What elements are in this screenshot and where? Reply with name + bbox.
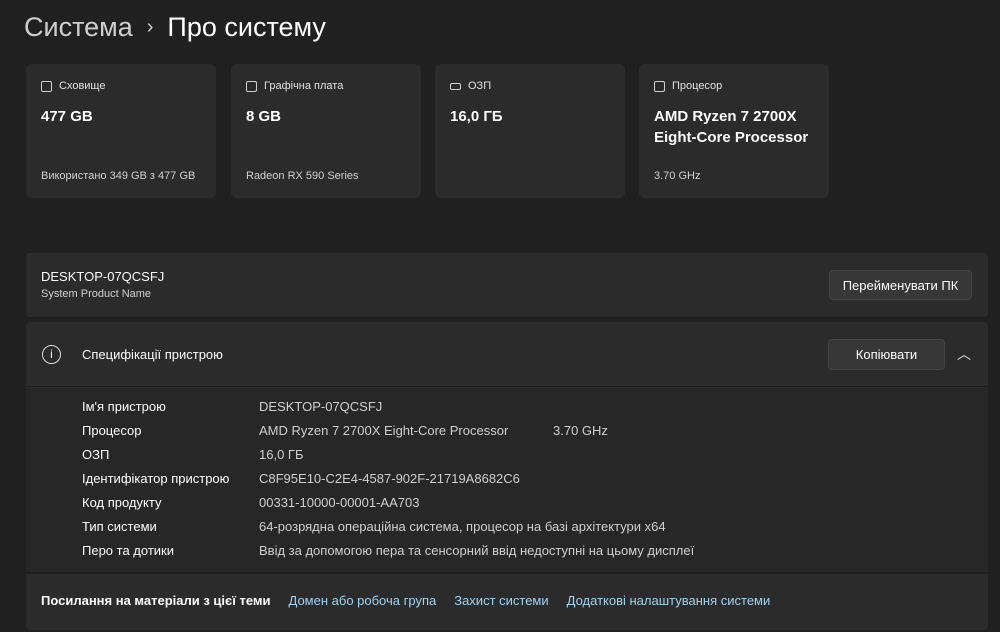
advanced-system-settings-link[interactable]: Додаткові налаштування системи xyxy=(567,593,771,608)
card-label: Графічна плата xyxy=(264,80,344,92)
spec-value: 64-розрядна операційна система, процесор… xyxy=(259,519,666,534)
storage-card: Сховище 477 GB Використано 349 GB з 477 … xyxy=(26,64,216,198)
breadcrumb-parent[interactable]: Система xyxy=(24,12,133,43)
spec-value: Ввід за допомогою пера та сенсорний ввід… xyxy=(259,543,695,558)
graphics-card: Графічна плата 8 GB Radeon RX 590 Series xyxy=(231,64,421,198)
breadcrumb: Система › Про систему xyxy=(24,12,326,43)
storage-icon xyxy=(41,80,52,92)
rename-pc-button[interactable]: Перейменувати ПК xyxy=(829,270,972,300)
card-sub: Використано 349 GB з 477 GB xyxy=(41,170,196,182)
info-icon: i xyxy=(42,345,61,364)
chevron-up-icon[interactable]: ︿ xyxy=(957,344,971,364)
device-name: DESKTOP-07QCSFJ xyxy=(41,269,165,284)
spec-value: 16,0 ГБ xyxy=(259,447,304,462)
card-value: 477 GB xyxy=(41,108,93,125)
device-name-panel: DESKTOP-07QCSFJ System Product Name Пере… xyxy=(26,253,988,317)
spec-label: Код продукту xyxy=(82,495,162,510)
card-value: AMD Ryzen 7 2700X Eight-Core Processor xyxy=(654,108,809,146)
processor-card: Процесор AMD Ryzen 7 2700X Eight-Core Pr… xyxy=(639,64,829,198)
copy-button[interactable]: Копіювати xyxy=(828,339,945,370)
spec-value: AMD Ryzen 7 2700X Eight-Core Processor xyxy=(259,423,509,438)
card-label: Процесор xyxy=(672,80,723,92)
device-subtitle: System Product Name xyxy=(41,288,152,300)
specs-header[interactable]: i Специфікації пристрою Копіювати ︿ xyxy=(26,322,988,387)
domain-workgroup-link[interactable]: Домен або робоча група xyxy=(289,593,437,608)
card-label: Сховище xyxy=(59,80,106,92)
related-title: Посилання на матеріали з цієї теми xyxy=(41,593,271,608)
chevron-right-icon: › xyxy=(146,16,154,38)
spec-label: Ідентифікатор пристрою xyxy=(82,471,230,486)
spec-value: C8F95E10-C2E4-4587-902F-21719A8682C6 xyxy=(259,471,520,486)
card-value: 8 GB xyxy=(246,108,282,125)
page-title: Про систему xyxy=(167,12,326,42)
system-protection-link[interactable]: Захист системи xyxy=(454,593,548,608)
spec-value-extra: 3.70 GHz xyxy=(553,423,608,438)
spec-label: Процесор xyxy=(82,423,142,438)
graphics-card-icon xyxy=(246,80,257,92)
card-label: ОЗП xyxy=(468,80,492,92)
card-sub: 3.70 GHz xyxy=(654,170,701,182)
processor-icon xyxy=(654,80,665,92)
related-links-panel: Посилання на матеріали з цієї теми Домен… xyxy=(26,574,988,630)
specs-title: Специфікації пристрою xyxy=(82,347,223,362)
spec-label: Тип системи xyxy=(82,519,157,534)
spec-label: Перо та дотики xyxy=(82,543,174,558)
ram-card: ОЗП 16,0 ГБ xyxy=(435,64,625,198)
card-sub: Radeon RX 590 Series xyxy=(246,170,359,182)
spec-value: DESKTOP-07QCSFJ xyxy=(259,399,383,414)
spec-label: ОЗП xyxy=(82,447,110,462)
spec-label: Ім'я пристрою xyxy=(82,399,166,414)
ram-icon xyxy=(450,82,461,90)
spec-value: 00331-10000-00001-AA703 xyxy=(259,495,420,510)
card-value: 16,0 ГБ xyxy=(450,108,503,125)
